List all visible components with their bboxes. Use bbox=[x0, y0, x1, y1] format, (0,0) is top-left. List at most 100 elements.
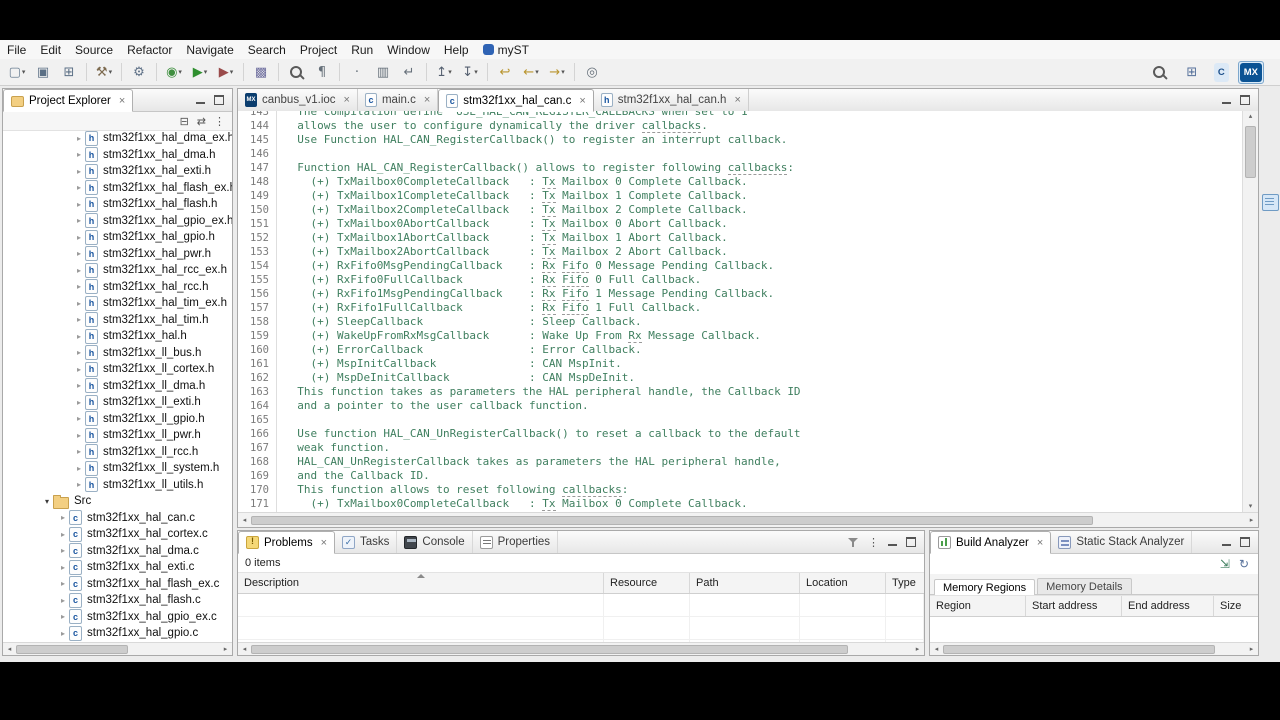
collapsed-arrow-icon[interactable]: ▸ bbox=[57, 579, 69, 588]
analyzer-hscrollbar[interactable]: ◂ ▸ bbox=[930, 642, 1258, 655]
tree-item-stm32f1xx-hal-cortex-c[interactable]: ▸ c stm32f1xx_hal_cortex.c bbox=[3, 526, 232, 543]
scroll-right-icon[interactable]: ▸ bbox=[1245, 645, 1258, 653]
scroll-left-icon[interactable]: ◂ bbox=[238, 645, 251, 653]
minimize-icon[interactable] bbox=[1222, 102, 1231, 104]
word-wrap-icon[interactable]: ↵ bbox=[396, 61, 422, 83]
collapsed-arrow-icon[interactable]: ▸ bbox=[73, 216, 85, 225]
menu-file[interactable]: File bbox=[0, 41, 33, 59]
code-area[interactable]: 143 The compilation define USE_HAL_CAN_R… bbox=[238, 111, 1258, 513]
menu-run[interactable]: Run bbox=[344, 41, 380, 59]
minimize-icon[interactable] bbox=[196, 102, 205, 104]
code-line[interactable]: 149 (+) TxMailbox1CompleteCallback : Tx … bbox=[238, 189, 1243, 203]
column-header-start-address[interactable]: Start address bbox=[1026, 596, 1122, 616]
scroll-thumb[interactable] bbox=[251, 515, 1093, 525]
code-line[interactable]: 169 and the Callback ID. bbox=[238, 469, 1243, 483]
close-icon[interactable]: × bbox=[321, 537, 327, 549]
tree-item-src[interactable]: ▾ Src bbox=[3, 493, 232, 510]
collapsed-arrow-icon[interactable]: ▸ bbox=[73, 266, 85, 275]
code-line[interactable]: 147 Function HAL_CAN_RegisterCallback() … bbox=[238, 161, 1243, 175]
tree-item-stm32f1xx-ll-cortex-h[interactable]: ▸ h stm32f1xx_ll_cortex.h bbox=[3, 361, 232, 378]
scroll-thumb[interactable] bbox=[943, 644, 1215, 654]
menu-edit[interactable]: Edit bbox=[33, 41, 68, 59]
back-icon[interactable]: ← ▾ bbox=[518, 61, 544, 83]
collapsed-arrow-icon[interactable]: ▸ bbox=[57, 530, 69, 539]
new-icon[interactable]: ▢ ▾ bbox=[4, 61, 30, 83]
scroll-thumb[interactable] bbox=[251, 644, 848, 654]
collapsed-arrow-icon[interactable]: ▸ bbox=[73, 447, 85, 456]
debug-icon[interactable]: ◉ ▾ bbox=[161, 61, 187, 83]
collapsed-arrow-icon[interactable]: ▸ bbox=[73, 134, 85, 143]
external-tools-icon[interactable]: ▶ ▾ bbox=[213, 61, 239, 83]
collapsed-arrow-icon[interactable]: ▸ bbox=[73, 282, 85, 291]
tab-static-stack-analyzer[interactable]: Static Stack Analyzer bbox=[1051, 531, 1193, 553]
column-header-resource[interactable]: Resource bbox=[604, 573, 690, 593]
tree-item-stm32f1xx-hal-gpio-c[interactable]: ▸ c stm32f1xx_hal_gpio.c bbox=[3, 625, 232, 642]
tree-item-stm32f1xx-hal-tim-ex-h[interactable]: ▸ h stm32f1xx_hal_tim_ex.h bbox=[3, 295, 232, 312]
collapsed-arrow-icon[interactable]: ▸ bbox=[57, 513, 69, 522]
refresh-icon[interactable]: ↻ bbox=[1239, 557, 1249, 571]
open-perspective-icon[interactable]: ⊞ bbox=[1179, 61, 1205, 83]
problems-hscrollbar[interactable]: ◂ ▸ bbox=[238, 642, 924, 655]
code-line[interactable]: 161 (+) MspInitCallback : CAN MspInit. bbox=[238, 357, 1243, 371]
code-line[interactable]: 148 (+) TxMailbox0CompleteCallback : Tx … bbox=[238, 175, 1243, 189]
code-line[interactable]: 143 The compilation define USE_HAL_CAN_R… bbox=[238, 111, 1243, 119]
tree-item-stm32f1xx-hal-rcc-ex-h[interactable]: ▸ h stm32f1xx_hal_rcc_ex.h bbox=[3, 262, 232, 279]
tree-item-stm32f1xx-ll-gpio-h[interactable]: ▸ h stm32f1xx_ll_gpio.h bbox=[3, 411, 232, 428]
collapsed-arrow-icon[interactable]: ▸ bbox=[73, 431, 85, 440]
code-line[interactable]: 155 (+) RxFifo0FullCallback : Rx Fifo 0 … bbox=[238, 273, 1243, 287]
tree-item-stm32f1xx-hal-gpio-ex-h[interactable]: ▸ h stm32f1xx_hal_gpio_ex.h bbox=[3, 213, 232, 230]
filter-icon[interactable] bbox=[848, 537, 859, 548]
collapse-all-icon[interactable]: ⊟ bbox=[180, 115, 189, 128]
column-header-end-address[interactable]: End address bbox=[1122, 596, 1214, 616]
code-line[interactable]: 168 HAL_CAN_UnRegisterCallback takes as … bbox=[238, 455, 1243, 469]
scroll-left-icon[interactable]: ◂ bbox=[238, 516, 251, 524]
tab-problems[interactable]: Problems × bbox=[238, 531, 336, 554]
tab-build-analyzer[interactable]: Build Analyzer × bbox=[930, 531, 1052, 554]
code-line[interactable]: 144 allows the user to configure dynamic… bbox=[238, 119, 1243, 133]
code-line[interactable]: 165 bbox=[238, 413, 1243, 427]
scroll-thumb[interactable] bbox=[16, 644, 128, 654]
scroll-left-icon[interactable]: ◂ bbox=[930, 645, 943, 653]
close-icon[interactable]: × bbox=[119, 95, 125, 107]
collapsed-arrow-icon[interactable]: ▸ bbox=[73, 365, 85, 374]
collapsed-arrow-icon[interactable]: ▸ bbox=[73, 381, 85, 390]
minimize-icon[interactable] bbox=[1222, 544, 1231, 546]
menu-help[interactable]: Help bbox=[437, 41, 476, 59]
tree-item-stm32f1xx-hal-pwr-h[interactable]: ▸ h stm32f1xx_hal_pwr.h bbox=[3, 246, 232, 263]
editor-tab-stm32f1xx-hal-can-c[interactable]: c stm32f1xx_hal_can.c × bbox=[438, 89, 594, 112]
code-line[interactable]: 171 (+) TxMailbox0CompleteCallback : Tx … bbox=[238, 497, 1243, 511]
last-edit-location-icon[interactable]: ↩ bbox=[492, 61, 518, 83]
collapsed-arrow-icon[interactable]: ▸ bbox=[73, 249, 85, 258]
coverage-icon[interactable]: ▩ bbox=[248, 61, 274, 83]
collapsed-arrow-icon[interactable]: ▸ bbox=[73, 480, 85, 489]
expanded-arrow-icon[interactable]: ▾ bbox=[41, 497, 53, 506]
minimize-icon[interactable] bbox=[888, 544, 897, 546]
explorer-hscrollbar[interactable]: ◂ ▸ bbox=[3, 642, 232, 655]
maximize-icon[interactable] bbox=[906, 537, 916, 547]
view-menu-icon[interactable]: ⋮ bbox=[214, 115, 225, 128]
search-icon[interactable] bbox=[1146, 61, 1172, 83]
tree-item-stm32f1xx-hal-can-c[interactable]: ▸ c stm32f1xx_hal_can.c bbox=[3, 510, 232, 527]
menu-source[interactable]: Source bbox=[68, 41, 120, 59]
code-line[interactable]: 154 (+) RxFifo0MsgPendingCallback : Rx F… bbox=[238, 259, 1243, 273]
code-line[interactable]: 158 (+) SleepCallback : Sleep Callback. bbox=[238, 315, 1243, 329]
collapsed-arrow-icon[interactable]: ▸ bbox=[57, 546, 69, 555]
tree-item-stm32f1xx-hal-tim-h[interactable]: ▸ h stm32f1xx_hal_tim.h bbox=[3, 312, 232, 329]
tree-item-stm32f1xx-ll-dma-h[interactable]: ▸ h stm32f1xx_ll_dma.h bbox=[3, 378, 232, 395]
collapsed-arrow-icon[interactable]: ▸ bbox=[73, 299, 85, 308]
forward-icon[interactable]: → ▾ bbox=[544, 61, 570, 83]
collapsed-arrow-icon[interactable]: ▸ bbox=[73, 398, 85, 407]
next-annotation-icon[interactable]: ↧ ▾ bbox=[457, 61, 483, 83]
view-menu-icon[interactable]: ⋮ bbox=[868, 536, 879, 549]
save-all-icon[interactable]: ⊞ bbox=[56, 61, 82, 83]
code-line[interactable]: 151 (+) TxMailbox0AbortCallback : Tx Mai… bbox=[238, 217, 1243, 231]
editor-tab-main-c[interactable]: c main.c × bbox=[358, 89, 439, 111]
tree-item-stm32f1xx-ll-bus-h[interactable]: ▸ h stm32f1xx_ll_bus.h bbox=[3, 345, 232, 362]
code-line[interactable]: 162 (+) MspDeInitCallback : CAN MspDeIni… bbox=[238, 371, 1243, 385]
code-line[interactable]: 156 (+) RxFifo1MsgPendingCallback : Rx F… bbox=[238, 287, 1243, 301]
menu-project[interactable]: Project bbox=[293, 41, 344, 59]
column-header-type[interactable]: Type bbox=[886, 573, 924, 593]
column-header-region[interactable]: Region bbox=[930, 596, 1026, 616]
column-header-path[interactable]: Path bbox=[690, 573, 800, 593]
tree-item-stm32f1xx-ll-rcc-h[interactable]: ▸ h stm32f1xx_ll_rcc.h bbox=[3, 444, 232, 461]
